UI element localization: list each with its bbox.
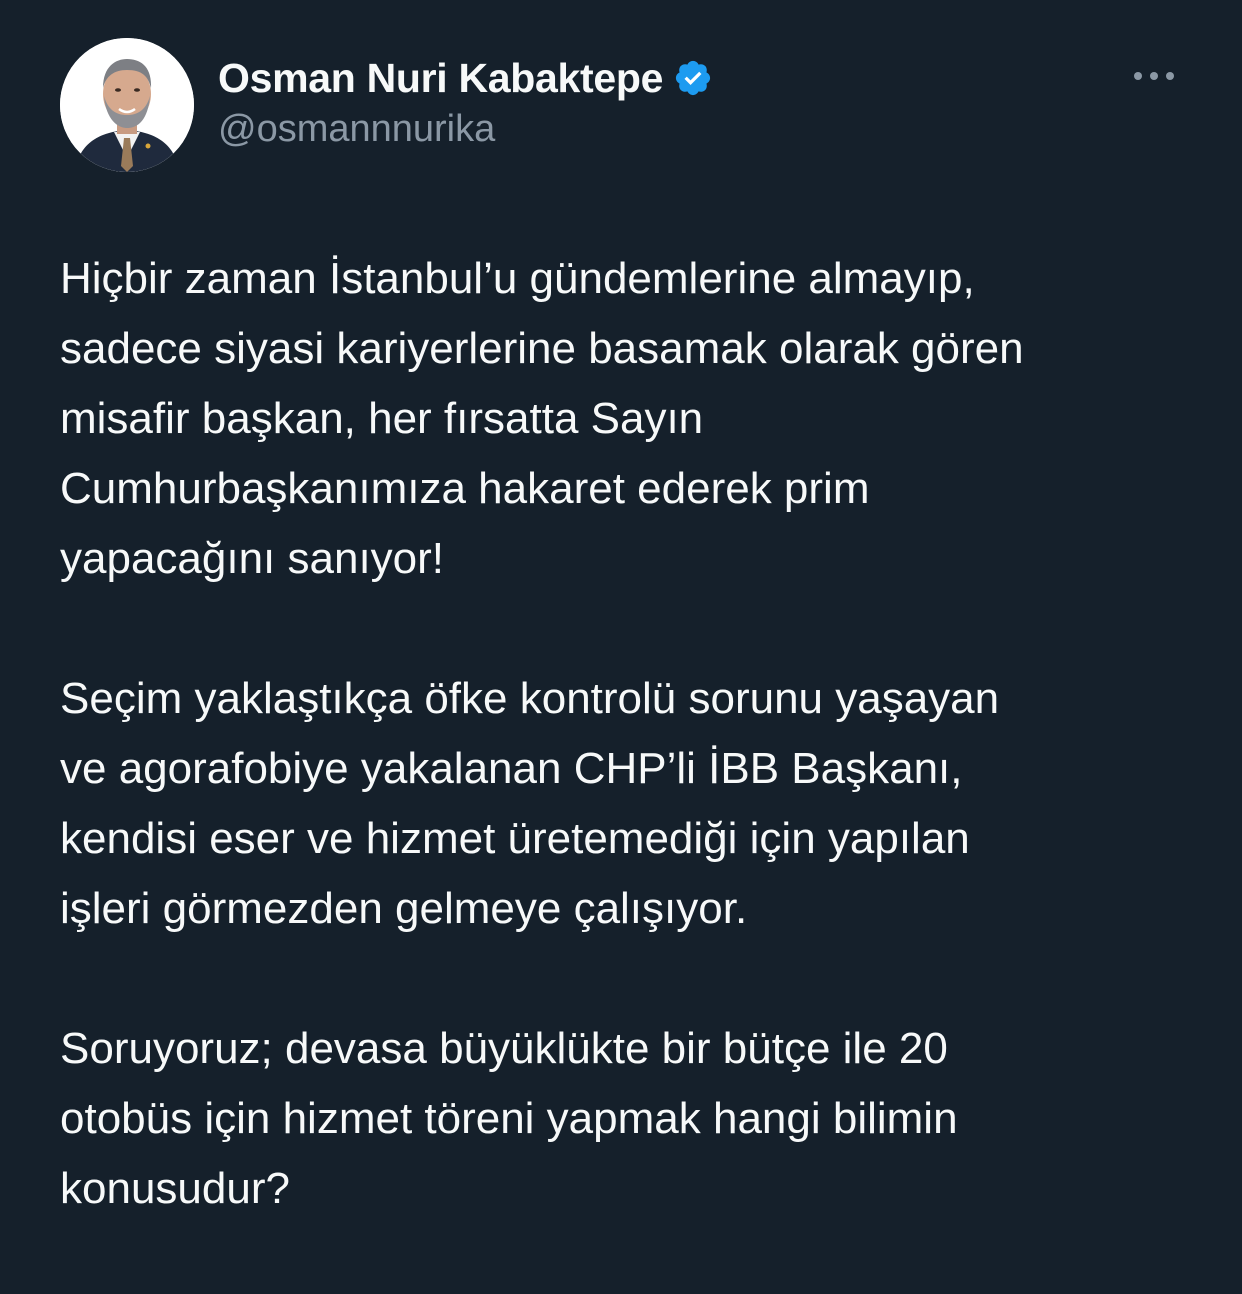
name-row: Osman Nuri Kabaktepe (218, 50, 713, 106)
tweet-line: konusudur? (60, 1164, 290, 1213)
author-identity: Osman Nuri Kabaktepe @osmannnurika (218, 50, 713, 151)
tweet-line: kendisi eser ve hizmet üretemediği için … (60, 814, 970, 863)
tweet-line: yapacağını sanıyor! (60, 534, 445, 583)
tweet-line: otobüs için hizmet töreni yapmak hangi b… (60, 1094, 958, 1143)
tweet-line: işleri görmezden gelmeye çalışıyor. (60, 884, 748, 933)
author-display-name[interactable]: Osman Nuri Kabaktepe (218, 55, 663, 102)
tweet-paragraph: Soruyoruz; devasa büyüklükte bir bütçe i… (60, 1014, 1190, 1224)
tweet-line: misafir başkan, her fırsatta Sayın (60, 394, 704, 443)
tweet-line: sadece siyasi kariyerlerine basamak olar… (60, 324, 1024, 373)
tweet-line: Cumhurbaşkanımıza hakaret ederek prim (60, 464, 870, 513)
avatar[interactable] (60, 38, 194, 172)
tweet: Osman Nuri Kabaktepe @osmannnurika Hiçbi… (0, 0, 1242, 1266)
tweet-line: Hiçbir zaman İstanbul’u gündemlerine alm… (60, 254, 975, 303)
verified-badge-icon[interactable] (673, 58, 713, 98)
author-handle[interactable]: @osmannnurika (218, 108, 713, 151)
tweet-line: Seçim yaklaştıkça öfke kontrolü sorunu y… (60, 674, 1000, 723)
tweet-line: ve agorafobiye yakalanan CHP’li İBB Başk… (60, 744, 963, 793)
tweet-paragraph: Hiçbir zaman İstanbul’u gündemlerine alm… (60, 244, 1190, 594)
tweet-paragraph: Seçim yaklaştıkça öfke kontrolü sorunu y… (60, 664, 1190, 944)
tweet-text: Hiçbir zaman İstanbul’u gündemlerine alm… (60, 244, 1190, 1294)
avatar-portrait (60, 38, 194, 172)
more-horizontal-icon[interactable] (1132, 66, 1176, 86)
tweet-header: Osman Nuri Kabaktepe @osmannnurika (60, 38, 1190, 172)
tweet-line: Soruyoruz; devasa büyüklükte bir bütçe i… (60, 1024, 948, 1073)
